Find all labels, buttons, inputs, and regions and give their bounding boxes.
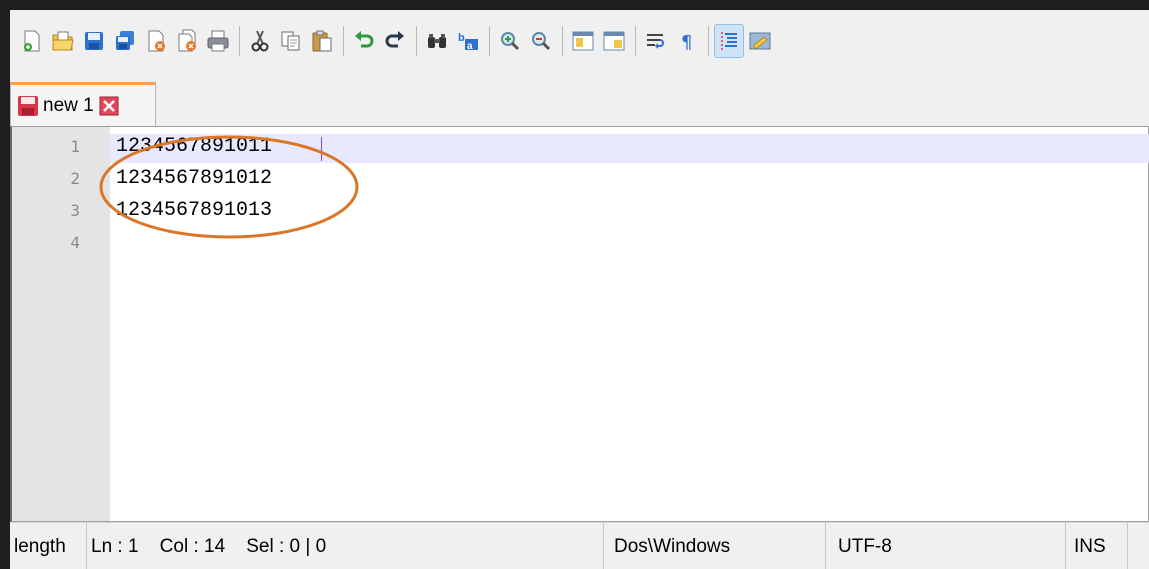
word-wrap-button[interactable] — [642, 25, 670, 57]
close-button[interactable] — [142, 25, 170, 57]
copy-icon — [281, 31, 300, 51]
notepad-plus-plus-window: ba ¶ new 1 1 2 3 4 1234567891011 1234567… — [10, 10, 1149, 569]
indent-guide-icon — [721, 32, 737, 50]
close-tab-icon[interactable] — [99, 96, 119, 116]
save-all-button[interactable] — [111, 25, 139, 57]
user-defined-language-icon — [749, 32, 771, 50]
status-encoding-text: UTF-8 — [838, 535, 892, 557]
save-all-icon — [116, 31, 134, 50]
toolbar-separator — [635, 26, 636, 56]
close-all-icon — [178, 29, 196, 52]
toolbar-separator — [343, 26, 344, 56]
replace-icon: ba — [458, 32, 478, 52]
svg-text:a: a — [467, 41, 473, 52]
toolbar: ba ¶ — [10, 10, 1149, 72]
paste-icon — [312, 30, 332, 52]
annotation-circle — [99, 135, 359, 239]
zoom-out-button[interactable] — [527, 25, 555, 57]
zoom-in-button[interactable] — [496, 25, 524, 57]
undo-icon — [355, 31, 374, 48]
status-length: length — [10, 523, 87, 569]
status-length-text: length — [14, 535, 66, 557]
paste-button[interactable] — [308, 25, 336, 57]
indent-guide-button[interactable] — [714, 24, 744, 58]
toolbar-separator — [416, 26, 417, 56]
user-defined-language-button[interactable] — [746, 25, 774, 57]
new-file-icon — [24, 30, 40, 52]
show-all-characters-icon: ¶ — [681, 32, 692, 53]
toolbar-separator — [562, 26, 563, 56]
show-all-characters-button[interactable]: ¶ — [673, 25, 701, 57]
line-number: 3 — [70, 201, 80, 220]
print-icon — [207, 30, 229, 52]
status-insert-mode[interactable]: INS — [1066, 523, 1128, 569]
find-button[interactable] — [423, 25, 451, 57]
undo-button[interactable] — [350, 25, 378, 57]
cut-icon — [251, 30, 269, 52]
status-eol-text: Dos\Windows — [614, 535, 731, 557]
open-file-button[interactable] — [49, 25, 77, 57]
replace-button[interactable]: ba — [454, 25, 482, 57]
sync-vertical-icon — [572, 31, 594, 51]
close-all-button[interactable] — [173, 25, 201, 57]
sync-vertical-button[interactable] — [569, 25, 597, 57]
toolbar-separator — [239, 26, 240, 56]
status-position[interactable]: Ln : 1 Col : 14 Sel : 0 | 0 — [87, 523, 604, 569]
line-number-gutter: 1 2 3 4 — [12, 127, 110, 521]
redo-icon — [385, 31, 404, 48]
find-icon — [428, 34, 446, 48]
close-icon — [148, 30, 165, 52]
line-number: 1 — [70, 137, 80, 156]
line-number: 4 — [70, 233, 80, 252]
unsaved-file-icon — [18, 95, 38, 116]
svg-text:b: b — [458, 32, 465, 44]
sync-horizontal-icon — [603, 31, 625, 51]
tab-new-1[interactable]: new 1 — [10, 82, 156, 126]
zoom-in-icon — [501, 32, 520, 51]
zoom-out-icon — [532, 32, 551, 51]
open-file-icon — [52, 31, 74, 51]
redo-button[interactable] — [381, 25, 409, 57]
word-wrap-icon — [647, 34, 664, 49]
cut-button[interactable] — [246, 25, 274, 57]
tab-label: new 1 — [43, 94, 94, 116]
svg-text:¶: ¶ — [681, 32, 692, 53]
status-encoding[interactable]: UTF-8 — [826, 523, 1066, 569]
status-mode-text: INS — [1074, 535, 1106, 557]
toolbar-separator — [489, 26, 490, 56]
print-button[interactable] — [204, 25, 232, 57]
toolbar-separator — [708, 26, 709, 56]
sync-horizontal-button[interactable] — [600, 25, 628, 57]
text-editor[interactable]: 1 2 3 4 1234567891011 1234567891012 1234… — [10, 126, 1149, 522]
copy-button[interactable] — [277, 25, 305, 57]
status-eol[interactable]: Dos\Windows — [604, 523, 826, 569]
status-bar: length Ln : 1 Col : 14 Sel : 0 | 0 Dos\W… — [10, 522, 1149, 569]
new-file-button[interactable] — [18, 25, 46, 57]
save-icon — [85, 32, 103, 50]
save-button[interactable] — [80, 25, 108, 57]
tab-bar: new 1 — [10, 72, 1149, 126]
line-number: 2 — [70, 169, 80, 188]
status-position-text: Ln : 1 Col : 14 Sel : 0 | 0 — [91, 535, 327, 557]
